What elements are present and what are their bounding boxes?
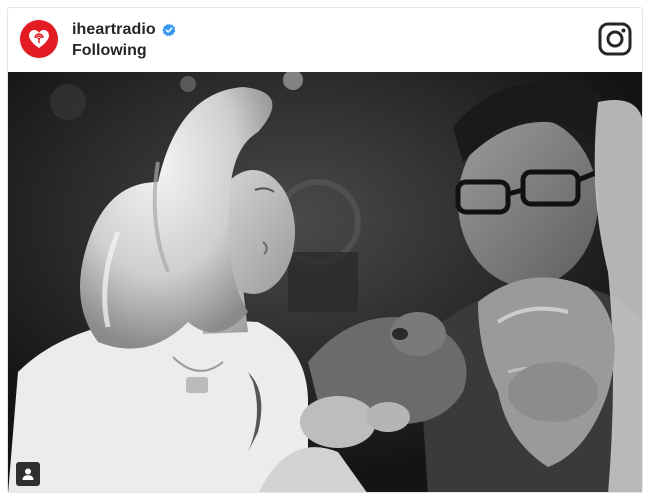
photo-image	[8, 72, 642, 492]
instagram-embed-card: iheartradio Following	[7, 7, 643, 493]
follow-status[interactable]: Following	[72, 42, 176, 60]
account-username[interactable]: iheartradio	[72, 21, 156, 39]
iheartradio-logo-icon	[29, 30, 49, 48]
user-tag-icon	[22, 468, 34, 480]
account-info: iheartradio Following	[72, 20, 176, 60]
account-avatar[interactable]	[20, 20, 58, 58]
verified-badge-icon	[162, 23, 176, 37]
post-header: iheartradio Following	[8, 8, 642, 72]
user-tag-button[interactable]	[16, 462, 40, 486]
instagram-icon[interactable]	[598, 22, 632, 56]
username-row: iheartradio	[72, 20, 176, 40]
post-photo[interactable]	[8, 72, 642, 492]
